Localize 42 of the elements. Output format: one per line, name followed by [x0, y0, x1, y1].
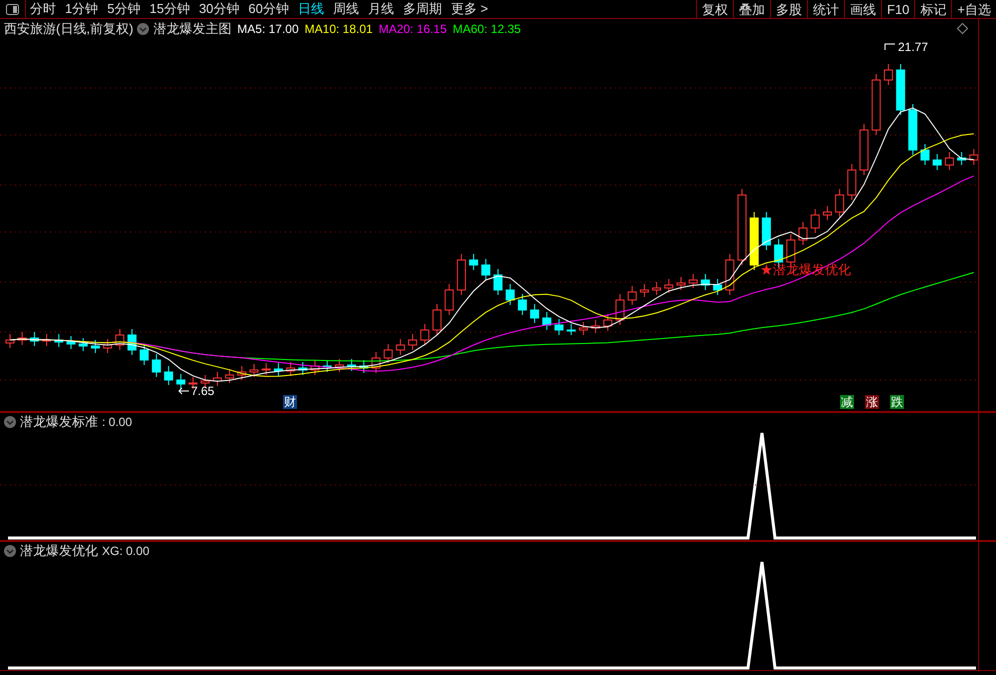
arrow-left-icon	[178, 387, 190, 395]
period-tab[interactable]: 分时	[30, 0, 56, 19]
event-marker[interactable]: 减	[840, 395, 854, 409]
ma-value: MA60: 12.35	[452, 20, 521, 38]
event-marker[interactable]: 跌	[890, 395, 904, 409]
high-price-label: 21.77	[898, 39, 928, 56]
chevron-down-icon[interactable]	[137, 22, 150, 34]
period-tab[interactable]: 多周期	[402, 0, 442, 19]
period-tab[interactable]: 30分钟	[198, 0, 240, 19]
period-tab[interactable]: 1分钟	[65, 0, 98, 19]
period-tab[interactable]: 5分钟	[107, 0, 140, 19]
toolbar-button[interactable]: 画线	[844, 0, 881, 18]
period-tab[interactable]: 日线	[298, 0, 324, 19]
toolbar-button[interactable]: 复权	[696, 0, 733, 18]
toolbar-button[interactable]: +自选	[951, 0, 996, 18]
chevron-down-icon[interactable]	[4, 416, 16, 428]
period-tab[interactable]: 更多 >	[450, 0, 488, 19]
toolbar-button[interactable]: 多股	[770, 0, 807, 18]
toolbar-button[interactable]: 叠加	[733, 0, 770, 18]
toolbar-button[interactable]: 标记	[914, 0, 952, 18]
event-marker[interactable]: 财	[283, 395, 297, 409]
indicator-name: 潜龙爆发优化	[20, 542, 98, 560]
stock-title: 西安旅游(日线,前复权)	[4, 20, 134, 38]
indicator-value: XG: 0.00	[102, 543, 150, 560]
indicator-value: : 0.00	[102, 414, 132, 431]
chevron-down-icon[interactable]	[4, 545, 16, 557]
indicator-name: 潜龙爆发主图	[153, 20, 232, 38]
ma-value: MA20: 16.15	[378, 20, 447, 38]
toolbar-button[interactable]: F10	[881, 0, 914, 18]
panel-toggle-icon[interactable]	[6, 4, 19, 14]
event-marker[interactable]: 涨	[865, 395, 879, 409]
ma-value: MA5: 17.00	[237, 20, 299, 38]
period-tab[interactable]: 60分钟	[248, 0, 289, 19]
period-tab[interactable]: 周线	[332, 0, 359, 19]
toolbar-button[interactable]: 统计	[807, 0, 844, 18]
pointer-line-icon	[884, 43, 896, 51]
indicator-name: 潜龙爆发标准	[20, 413, 98, 432]
ma-value: MA10: 18.01	[304, 20, 373, 38]
period-tab[interactable]: 15分钟	[149, 0, 190, 19]
period-tab[interactable]: 月线	[368, 0, 394, 19]
diamond-icon[interactable]	[957, 23, 968, 34]
low-price-label: 7.65	[191, 383, 214, 400]
